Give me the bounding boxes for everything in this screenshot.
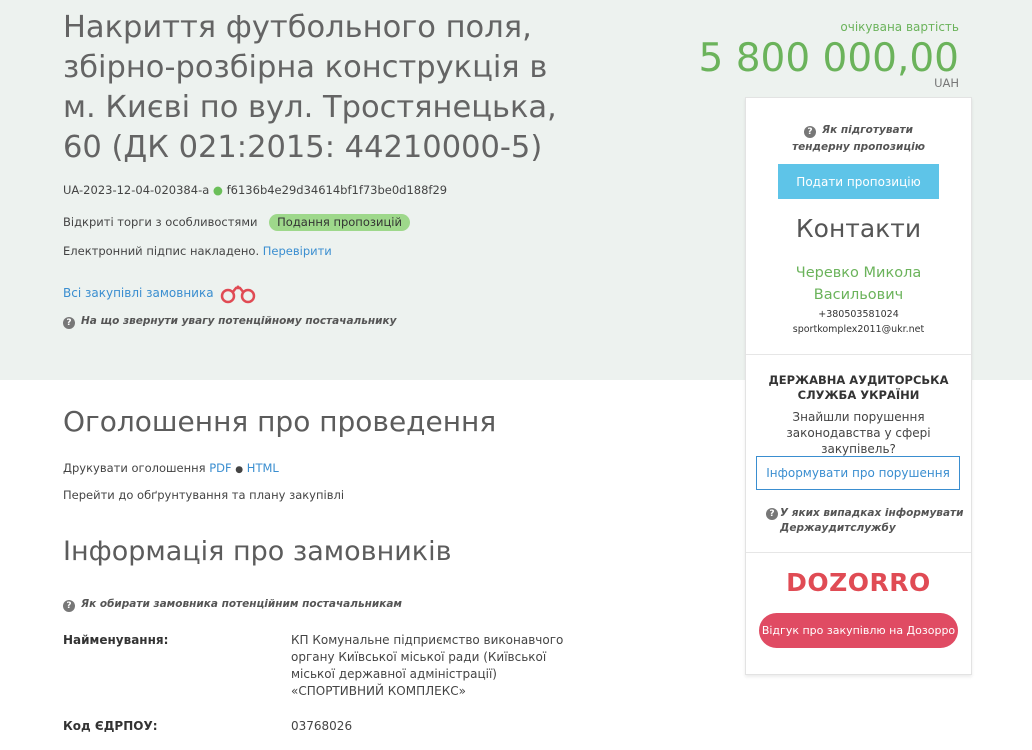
prep-hint[interactable]: ? Як підготувати тендерну пропозицію (746, 122, 971, 156)
procedure-line: Відкриті торги з особливостями Подання п… (63, 214, 410, 231)
contacts-title: Контакти (795, 214, 922, 243)
name-label: Найменування: (63, 633, 169, 647)
binoculars-icon[interactable] (219, 284, 257, 304)
customers-heading: Інформація про замовників (63, 536, 452, 567)
sidebar-panel: ? Як підготувати тендерну пропозицію Пода… (745, 97, 972, 675)
audit-service-title: ДЕРЖАВНА АУДИТОРСЬКА СЛУЖБА УКРАЇНИ (768, 373, 949, 402)
separator-dot: ● (235, 465, 244, 475)
verify-signature-link[interactable]: Перевірити (263, 244, 332, 258)
audit-question: Знайшли порушення законодавства у сфері … (786, 410, 931, 456)
customer-hint[interactable]: ? Як обирати замовника потенційним постач… (63, 598, 402, 612)
contact-name: Черевко Микола Васильович (795, 265, 922, 303)
tender-hash: f6136b4e29d34614bf1f73be0d188f29 (226, 183, 448, 197)
signature-text: Електронний підпис накладено. (63, 244, 260, 258)
price-value: 5 800 000,00 (698, 36, 959, 81)
tender-id: UA-2023-12-04-020384-a (63, 183, 210, 197)
submit-proposal-button[interactable]: Подати пропозицію (778, 164, 939, 199)
question-circle-icon: ? (63, 600, 75, 612)
edrpou-label: Код ЄДРПОУ: (63, 719, 158, 733)
pdf-link[interactable]: PDF (209, 461, 231, 475)
status-badge: Подання пропозицій (269, 214, 410, 231)
attention-hint[interactable]: ? На що звернути увагу потенційному поста… (63, 315, 396, 329)
status-dot-icon: ● (212, 183, 223, 197)
audit-hint[interactable]: ? У яких випадках інформувати Держаудитс… (766, 506, 966, 536)
name-value: КП Комунальне підприємство виконавчого о… (291, 633, 564, 698)
tender-title: Накриття футбольного поля, збірно-розбір… (63, 10, 557, 165)
signature-line: Електронний підпис накладено. Перевірити (63, 244, 332, 258)
plan-link[interactable]: Перейти до обґрунтування та плану закупі… (63, 488, 344, 502)
print-line: Друкувати оголошення PDF ● HTML (63, 461, 279, 475)
edrpou-value: 03768026 (291, 719, 353, 733)
dozorro-feedback-button[interactable]: Відгук про закупівлю на Дозорро (759, 613, 958, 648)
tender-id-line: UA-2023-12-04-020384-a ● f6136b4e29d3461… (63, 183, 447, 197)
contact-email: sportkomplex2011@ukr.net (792, 324, 925, 335)
report-violation-button[interactable]: Інформувати про порушення (756, 456, 960, 490)
divider (746, 552, 971, 553)
print-label: Друкувати оголошення (63, 461, 206, 475)
price-label: очікувана вартість (840, 20, 959, 34)
price-currency: UAH (934, 76, 959, 90)
question-circle-icon: ? (63, 317, 75, 329)
question-circle-icon: ? (766, 508, 778, 520)
html-link[interactable]: HTML (247, 461, 279, 475)
dozorro-logo: DOZORRO (786, 568, 931, 597)
all-purchases-link[interactable]: Всі закупівлі замовника (63, 286, 214, 300)
procedure-type: Відкриті торги з особливостями (63, 215, 258, 229)
attention-hint-text: На що звернути увагу потенційному постач… (81, 315, 397, 327)
question-circle-icon: ? (803, 126, 816, 138)
divider (746, 354, 971, 355)
announcement-heading: Оголошення про проведення (63, 405, 497, 438)
customer-hint-text: Як обирати замовника потенційним постача… (81, 598, 402, 610)
contact-phone: +380503581024 (818, 309, 899, 320)
audit-hint-text: У яких випадках інформувати Держаудитслу… (780, 507, 964, 534)
